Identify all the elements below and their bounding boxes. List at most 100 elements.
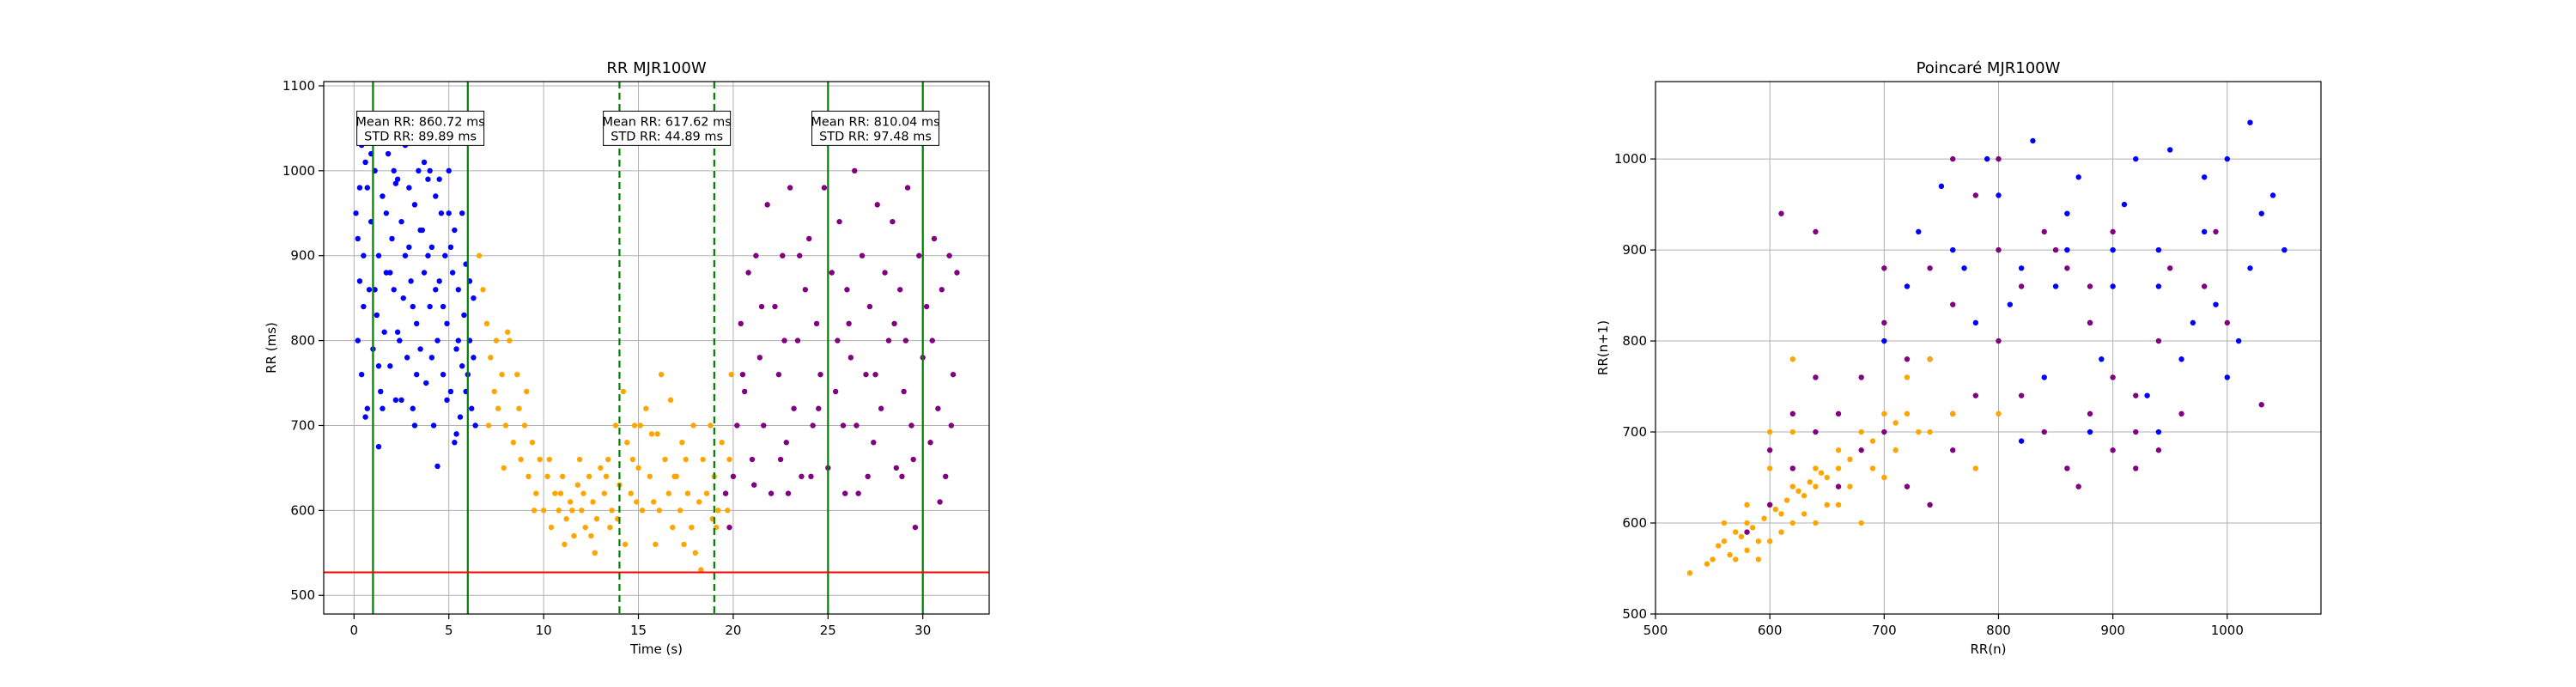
data-point-s1-64 — [719, 440, 725, 446]
data-point-s0-49 — [446, 167, 452, 174]
data-point-s1-5 — [1755, 538, 1762, 544]
data-point-s2-26 — [821, 185, 828, 191]
data-point-s1-12 — [521, 423, 528, 429]
data-point-s1-6 — [499, 371, 505, 378]
data-point-s2-46 — [2087, 283, 2093, 289]
data-point-s2-69 — [872, 371, 878, 378]
data-point-s1-32 — [1766, 538, 1773, 544]
data-point-s2-36 — [859, 252, 866, 258]
data-point-s2-6 — [745, 270, 751, 276]
data-point-s2-13 — [772, 303, 778, 310]
data-point-s1-99 — [648, 431, 655, 437]
y-tick-label-3: 800 — [290, 333, 315, 349]
data-point-s2-47 — [2110, 228, 2116, 235]
data-point-s1-69 — [516, 405, 522, 411]
data-point-s0-18 — [387, 363, 393, 369]
x-tick-label-5: 1000 — [2211, 623, 2244, 638]
data-point-s1-27 — [1835, 502, 1842, 508]
data-point-s0-73 — [421, 159, 428, 166]
data-point-s2-55 — [931, 235, 938, 242]
data-point-s2-30 — [836, 218, 842, 225]
data-point-s1-72 — [562, 541, 568, 548]
data-point-s2-45 — [893, 465, 900, 471]
data-point-s0-80 — [355, 235, 361, 242]
data-point-s1-67 — [485, 423, 492, 429]
data-point-s2-39 — [871, 440, 877, 446]
data-point-s2-71 — [910, 456, 916, 463]
data-point-s1-77 — [637, 423, 643, 429]
data-point-s0-93 — [455, 337, 461, 344]
data-point-s1-19 — [548, 524, 555, 531]
data-point-s1-80 — [683, 456, 689, 463]
data-point-s1-22 — [1972, 465, 1979, 471]
data-point-s1-86 — [524, 388, 530, 395]
data-point-s0-44 — [2281, 246, 2287, 253]
data-point-s1-1 — [480, 287, 486, 293]
data-point-s1-76 — [622, 541, 629, 548]
data-point-s1-14 — [529, 440, 536, 446]
data-point-s2-32 — [844, 287, 850, 293]
data-point-s0-81 — [364, 185, 370, 191]
y-tick-label-5: 1000 — [1614, 151, 1647, 167]
data-point-s1-40 — [1847, 456, 1853, 463]
data-point-s0-33 — [2007, 301, 2014, 307]
data-point-s2-24 — [1927, 502, 1933, 508]
data-point-s2-7 — [749, 456, 756, 463]
data-point-s0-100 — [392, 180, 399, 186]
data-point-s1-47 — [1755, 556, 1762, 562]
data-point-s1-53 — [677, 508, 683, 514]
data-point-s0-97 — [434, 463, 440, 470]
data-point-s1-66 — [726, 456, 732, 463]
data-point-s0-91 — [440, 303, 447, 310]
data-point-s2-29 — [832, 388, 839, 395]
data-point-s2-12 — [2018, 283, 2025, 289]
poincare-chart: 500 600 700 800 900 1000 500 600 700 800 900 1000 Po… — [1595, 59, 2322, 657]
y-tick-label-1: 600 — [1622, 515, 1647, 531]
data-point-s0-6 — [2041, 374, 2047, 380]
stats-std-0: STD RR: 89.89 ms — [364, 130, 477, 143]
data-point-s1-50 — [1716, 543, 1722, 549]
data-point-s1-5 — [495, 405, 501, 411]
data-point-s2-28 — [829, 270, 835, 276]
data-point-s1-10 — [1813, 465, 1819, 471]
data-point-s2-32 — [2110, 447, 2116, 453]
data-point-s2-19 — [794, 337, 801, 344]
data-point-s1-58 — [1807, 479, 1813, 485]
data-point-s0-30 — [410, 405, 416, 411]
data-point-s1-31 — [1744, 502, 1750, 508]
data-point-s2-83 — [902, 337, 909, 344]
data-point-s1-4 — [491, 388, 497, 395]
data-point-s1-27 — [579, 508, 585, 514]
data-point-s1-11 — [518, 456, 524, 463]
data-point-s2-77 — [841, 490, 848, 496]
data-point-s2-13 — [2041, 228, 2047, 235]
data-point-s2-31 — [840, 423, 847, 429]
data-point-s2-45 — [2052, 246, 2059, 253]
data-point-s0-103 — [411, 423, 418, 429]
data-point-s0-70 — [398, 397, 404, 404]
data-point-s0-41 — [430, 423, 437, 429]
data-point-s0-52 — [452, 227, 458, 234]
data-point-s1-100 — [671, 473, 677, 480]
data-point-s0-85 — [394, 329, 401, 335]
data-point-s1-24 — [567, 499, 574, 505]
data-point-s1-33 — [1789, 520, 1795, 526]
data-point-s0-17 — [385, 150, 392, 157]
data-point-s2-21 — [2224, 319, 2231, 326]
data-point-s1-8 — [1789, 483, 1795, 489]
data-point-s0-77 — [452, 440, 458, 446]
y-axis-label: RR (ms) — [264, 322, 279, 374]
data-point-s0-51 — [449, 270, 456, 276]
data-point-s0-5 — [2018, 265, 2025, 271]
data-point-s2-6 — [1881, 319, 1887, 326]
data-point-s1-7 — [1778, 529, 1784, 535]
data-point-s1-20 — [1927, 356, 1933, 362]
data-point-s2-15 — [2087, 319, 2093, 326]
data-point-s1-73 — [576, 456, 583, 463]
data-point-s2-28 — [2018, 392, 2025, 398]
data-point-s1-83 — [728, 371, 734, 378]
data-point-s1-57 — [692, 550, 698, 556]
data-point-s0-72 — [413, 371, 420, 378]
data-point-s2-7 — [1904, 356, 1911, 362]
data-point-s0-18 — [1984, 155, 1990, 162]
